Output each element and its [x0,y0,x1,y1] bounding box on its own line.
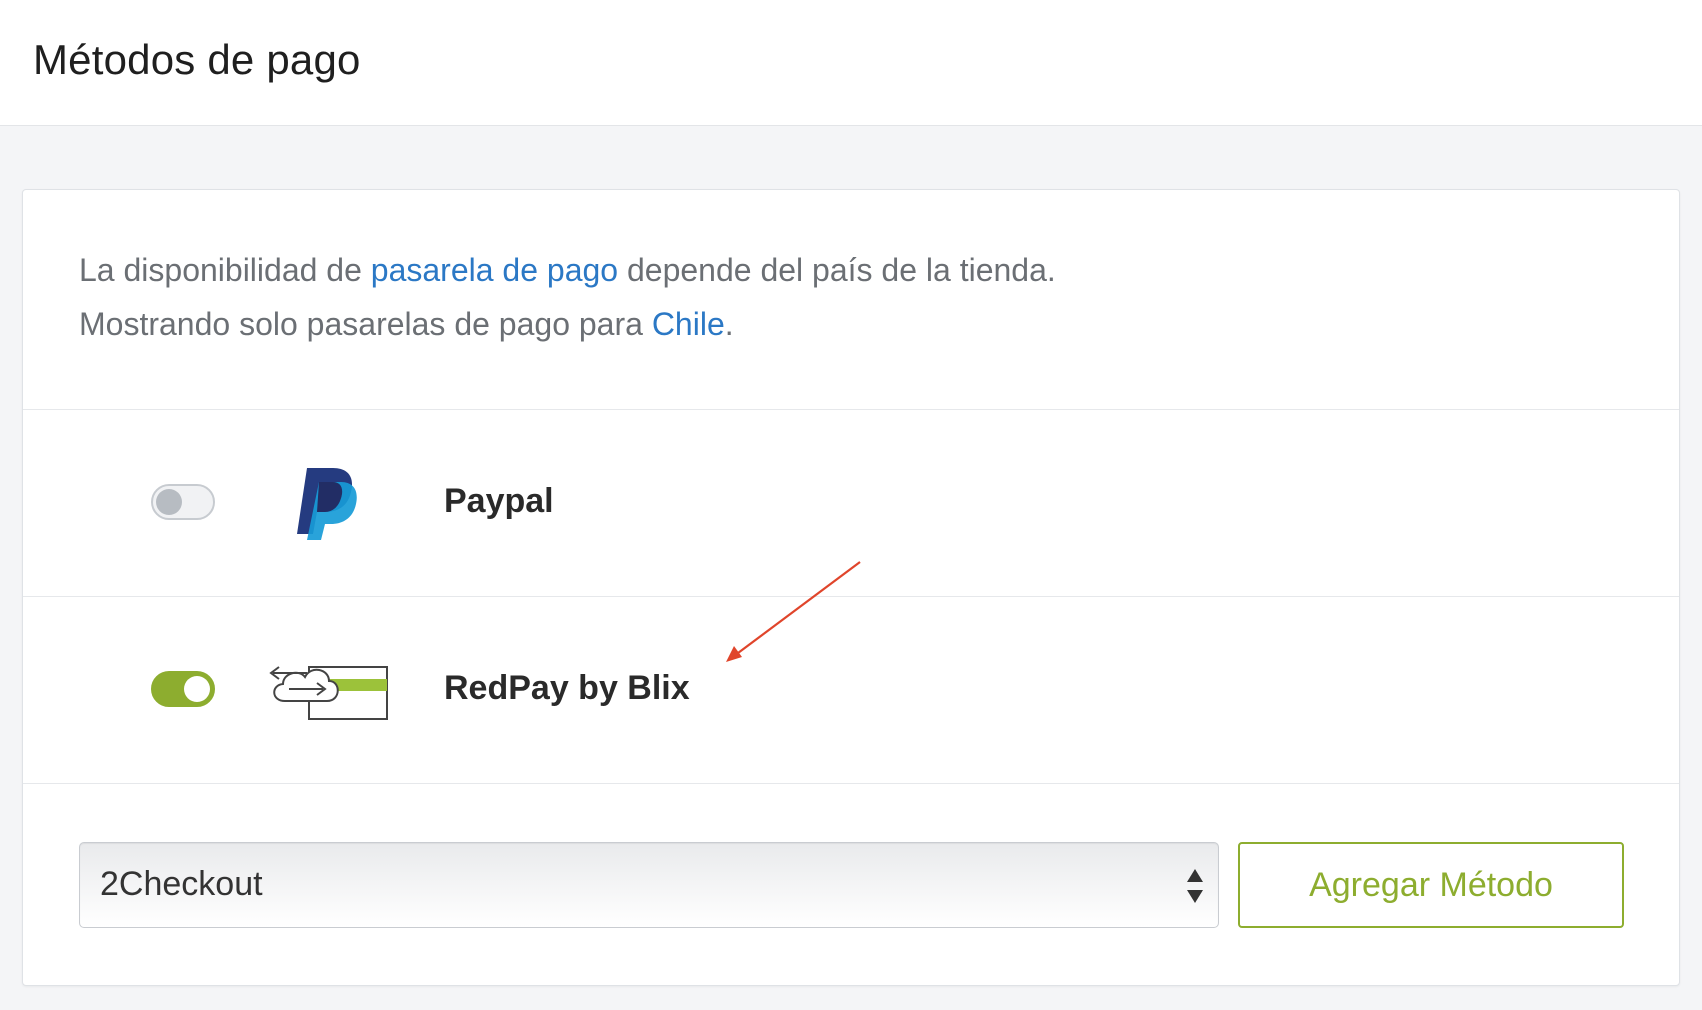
toggle-knob [156,489,182,515]
info-text: Mostrando solo pasarelas de pago para [79,306,652,342]
payment-method-row-redpay: RedPay by Blix [23,597,1679,784]
redpay-cloud-card-icon [269,666,388,720]
payment-methods-card: La disponibilidad de pasarela de pago de… [22,189,1680,986]
toggle-knob [184,676,210,702]
availability-info: La disponibilidad de pasarela de pago de… [23,190,1679,410]
page-title: Métodos de pago [33,36,361,83]
gateway-link[interactable]: pasarela de pago [371,252,618,288]
gateway-select-value: 2Checkout [100,865,263,903]
redpay-name: RedPay by Blix [444,669,690,707]
paypal-name: Paypal [444,482,554,520]
country-link[interactable]: Chile [652,306,725,342]
info-text: La disponibilidad de [79,252,371,288]
add-method-button[interactable]: Agregar Método [1238,842,1624,928]
redpay-toggle[interactable] [151,671,215,707]
payment-method-row-paypal: Paypal [23,410,1679,597]
select-updown-icon [1187,869,1203,903]
info-text: depende del país de la tienda. [618,252,1056,288]
info-line-2: Mostrando solo pasarelas de pago para Ch… [79,306,734,343]
gateway-select[interactable]: 2Checkout [79,842,1219,928]
paypal-toggle[interactable] [151,484,215,520]
info-line-1: La disponibilidad de pasarela de pago de… [79,252,1056,289]
paypal-logo-icon [297,468,357,540]
page-header: Métodos de pago [0,0,1702,126]
info-text: . [724,306,734,342]
